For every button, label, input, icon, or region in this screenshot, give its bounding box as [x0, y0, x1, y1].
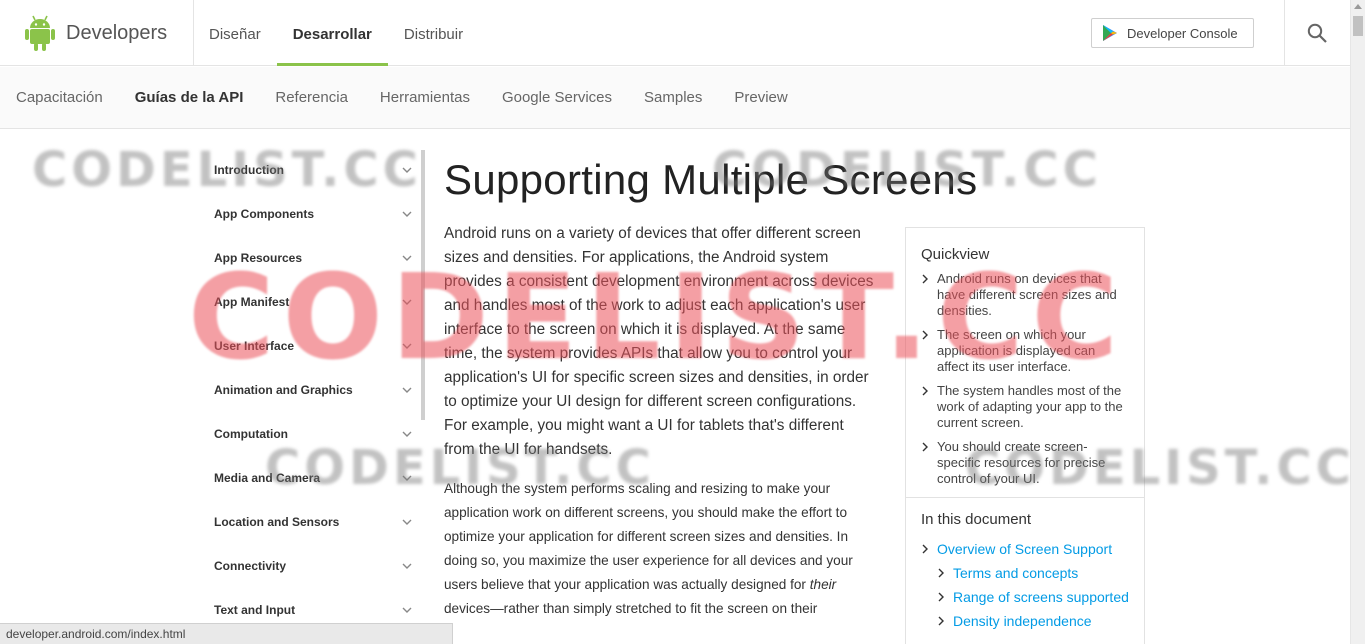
sidebar: Introduction App Components App Resource… — [197, 148, 422, 632]
sidebar-item-label: Text and Input — [214, 603, 296, 617]
quickview-item-text: You should create screen-specific resour… — [937, 439, 1106, 486]
nav-distribuir[interactable]: Distribuir — [388, 0, 479, 66]
subnav-preview[interactable]: Preview — [718, 67, 803, 129]
sidebar-item-label: Media and Camera — [214, 471, 321, 485]
chevron-down-icon[interactable] — [402, 607, 412, 613]
divider — [1284, 0, 1285, 66]
chevron-right-icon — [938, 592, 944, 602]
android-logo-icon[interactable] — [24, 14, 56, 52]
sidebar-item-label: Computation — [214, 427, 288, 441]
sidebar-item-computation[interactable]: Computation — [197, 412, 422, 456]
developer-console-button[interactable]: Developer Console — [1091, 18, 1254, 48]
quickview-item: The system handles most of the work of a… — [921, 383, 1130, 431]
chevron-right-icon — [922, 544, 928, 554]
sidebar-item-label: User Interface — [214, 339, 295, 353]
top-bar: Developers Diseñar Desarrollar Distribui… — [0, 0, 1350, 66]
status-bar-url: developer.android.com/index.html — [0, 623, 453, 644]
chevron-down-icon[interactable] — [402, 563, 412, 569]
chevron-right-icon — [922, 442, 928, 452]
in-this-document-title: In this document — [921, 511, 1032, 528]
toc-link-overview[interactable]: Overview of Screen Support — [921, 537, 1144, 561]
developer-console-label: Developer Console — [1127, 25, 1238, 41]
sidebar-item-app-components[interactable]: App Components — [197, 192, 422, 236]
toc-link-label[interactable]: Range of screens supported — [953, 589, 1129, 605]
page-title: Supporting Multiple Screens — [444, 156, 978, 203]
chevron-down-icon[interactable] — [402, 519, 412, 525]
quickview-item-text: The screen on which your application is … — [937, 327, 1096, 374]
sidebar-item-introduction[interactable]: Introduction — [197, 148, 422, 192]
chevron-right-icon — [922, 386, 928, 396]
quickview-item: Android runs on devices that have differ… — [921, 271, 1130, 319]
quickview-item: The screen on which your application is … — [921, 327, 1130, 375]
chevron-right-icon — [922, 274, 928, 284]
main-content: Supporting Multiple Screens Android runs… — [444, 150, 978, 621]
chevron-down-icon[interactable] — [402, 387, 412, 393]
quickview-item: You should create screen-specific resour… — [921, 439, 1130, 487]
sidebar-item-label: Connectivity — [214, 559, 287, 573]
toc-link-label[interactable]: Density independence — [953, 613, 1092, 629]
quickview-item-text: The system handles most of the work of a… — [937, 383, 1123, 430]
sidebar-item-app-resources[interactable]: App Resources — [197, 236, 422, 280]
top-nav: Diseñar Desarrollar Distribuir — [193, 0, 479, 66]
sidebar-item-label: Location and Sensors — [214, 515, 340, 529]
chevron-right-icon — [938, 568, 944, 578]
toc-link-terms[interactable]: Terms and concepts — [937, 561, 1144, 585]
sidebar-item-label: App Manifest — [214, 295, 290, 309]
search-icon[interactable] — [1306, 22, 1328, 44]
subnav-herramientas[interactable]: Herramientas — [364, 67, 486, 129]
sidebar-item-media-camera[interactable]: Media and Camera — [197, 456, 422, 500]
page-scrollbar[interactable] — [1350, 0, 1365, 644]
document-toc: Overview of Screen Support Terms and con… — [906, 528, 1144, 633]
quickview-box: Quickview Android runs on devices that h… — [905, 227, 1145, 644]
quickview-title: Quickview — [921, 246, 990, 263]
toc-link-range[interactable]: Range of screens supported — [937, 585, 1144, 609]
scrollbar-thumb[interactable] — [1353, 16, 1363, 36]
sidebar-item-connectivity[interactable]: Connectivity — [197, 544, 422, 588]
chevron-down-icon[interactable] — [402, 431, 412, 437]
sidebar-item-label: Introduction — [214, 163, 284, 177]
chevron-down-icon[interactable] — [402, 299, 412, 305]
play-triangle-icon — [1103, 25, 1117, 41]
subnav-guias-api[interactable]: Guías de la API — [119, 67, 260, 129]
sidebar-item-label: App Resources — [214, 251, 303, 265]
sidebar-item-animation-graphics[interactable]: Animation and Graphics — [197, 368, 422, 412]
sub-nav: Capacitación Guías de la API Referencia … — [0, 67, 1350, 129]
quickview-item-text: Android runs on devices that have differ… — [937, 271, 1117, 318]
sidebar-item-label: Animation and Graphics — [214, 383, 353, 397]
nav-disenar[interactable]: Diseñar — [193, 0, 277, 66]
chevron-down-icon[interactable] — [402, 475, 412, 481]
subnav-samples[interactable]: Samples — [628, 67, 718, 129]
toc-link-label[interactable]: Overview of Screen Support — [937, 541, 1112, 557]
chevron-down-icon[interactable] — [402, 211, 412, 217]
brand-name[interactable]: Developers — [66, 22, 167, 45]
body-text: devices—rather than simply stretched to … — [444, 601, 818, 616]
subnav-capacitacion[interactable]: Capacitación — [0, 67, 119, 129]
toc-link-density[interactable]: Density independence — [937, 609, 1144, 633]
toc-link-label[interactable]: Terms and concepts — [953, 565, 1078, 581]
sidebar-scroll-indicator[interactable] — [421, 150, 425, 420]
body-paragraph: Although the system performs scaling and… — [444, 477, 874, 621]
subnav-referencia[interactable]: Referencia — [259, 67, 364, 129]
nav-desarrollar[interactable]: Desarrollar — [276, 0, 389, 66]
sidebar-item-label: App Components — [214, 207, 314, 221]
subnav-google-services[interactable]: Google Services — [486, 67, 628, 129]
chevron-down-icon[interactable] — [402, 343, 412, 349]
scroll-up-arrow-icon[interactable] — [1354, 4, 1362, 9]
quickview-list: Android runs on devices that have differ… — [906, 263, 1144, 487]
chevron-right-icon — [922, 330, 928, 340]
chevron-down-icon[interactable] — [402, 167, 412, 173]
chevron-right-icon — [938, 616, 944, 626]
body-text: Although the system performs scaling and… — [444, 481, 853, 592]
sidebar-item-app-manifest[interactable]: App Manifest — [197, 280, 422, 324]
sidebar-item-user-interface[interactable]: User Interface — [197, 324, 422, 368]
sidebar-item-location-sensors[interactable]: Location and Sensors — [197, 500, 422, 544]
chevron-down-icon[interactable] — [402, 255, 412, 261]
lead-paragraph: Android runs on a variety of devices tha… — [444, 225, 874, 458]
emphasis-text: their — [809, 577, 837, 592]
